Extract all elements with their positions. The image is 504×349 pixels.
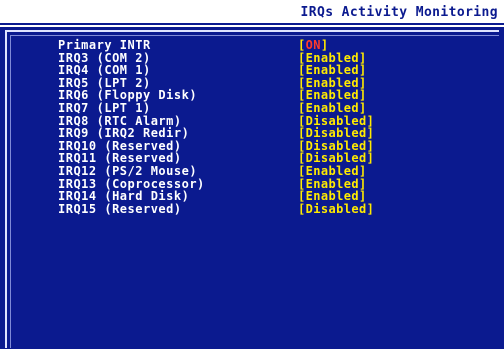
setting-label: IRQ15 (Reserved) <box>58 201 182 216</box>
value-open-bracket: [ <box>298 38 306 52</box>
setting-value[interactable]: [Enabled] <box>298 165 367 178</box>
setting-value[interactable]: [Enabled] <box>298 102 367 115</box>
page-title: IRQs Activity Monitoring <box>300 5 498 20</box>
bios-screen: IRQs Activity Monitoring Primary INTR [O… <box>0 0 504 349</box>
setting-value[interactable]: [Enabled] <box>298 64 367 77</box>
setting-label: IRQ12 (PS/2 Mouse) <box>58 163 198 178</box>
title-bar: IRQs Activity Monitoring <box>0 0 504 25</box>
setting-value-selected[interactable]: [ON] <box>298 39 329 52</box>
title-divider <box>0 23 504 25</box>
setting-value[interactable]: [Disabled] <box>298 203 374 216</box>
setting-label: Primary INTR <box>58 38 151 52</box>
setting-label: IRQ4 (COM 1) <box>58 63 151 78</box>
setting-label: IRQ9 (IRQ2 Redir) <box>58 126 190 141</box>
setting-value[interactable]: [Enabled] <box>298 190 367 203</box>
settings-panel: Primary INTR [ON] IRQ3 (COM 2) [Enabled]… <box>0 27 504 349</box>
value-selected-text: ON <box>305 38 321 52</box>
setting-value[interactable]: [Disabled] <box>298 127 374 140</box>
value-close-bracket: ] <box>320 38 329 52</box>
setting-label: IRQ7 (LPT 1) <box>58 100 151 115</box>
setting-label: IRQ14 (Hard Disk) <box>58 189 190 204</box>
